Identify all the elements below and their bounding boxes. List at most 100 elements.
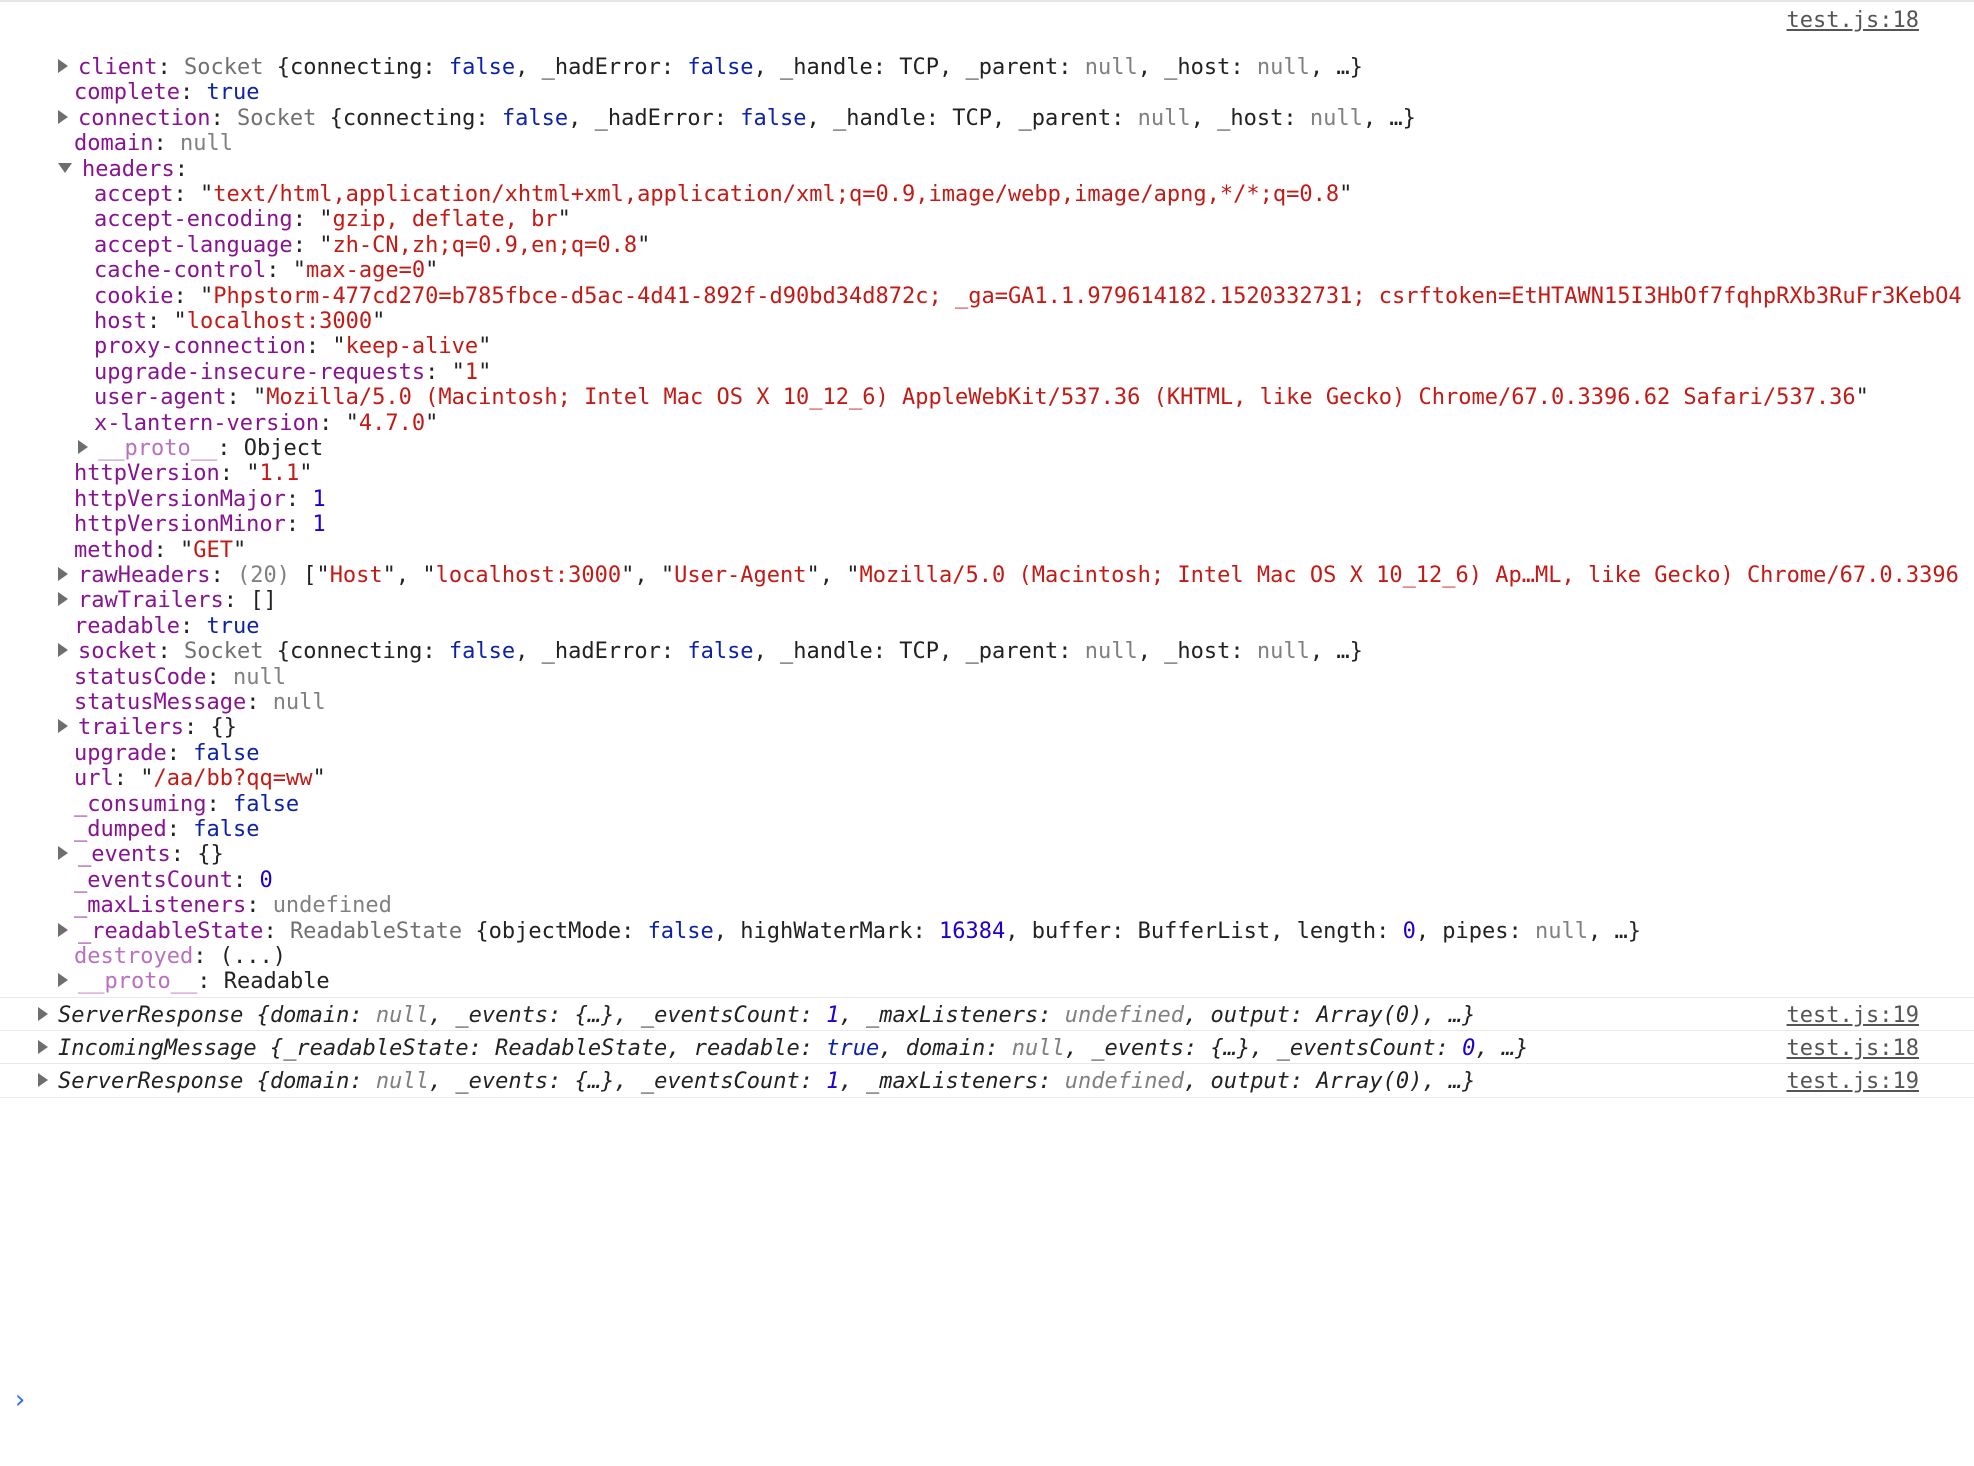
- token-n: null: [272, 690, 326, 715]
- chevron-right-icon[interactable]: [78, 440, 88, 454]
- token-p: , …}: [1309, 55, 1363, 80]
- token-p: ": [372, 309, 386, 334]
- chevron-right-icon[interactable]: [58, 922, 68, 937]
- summary-text: ServerResponse {domain: null, _events: {…: [58, 1003, 1475, 1028]
- token-p: ": [557, 207, 571, 233]
- token-k: _eventsCount: [640, 1003, 800, 1028]
- token-p: ,: [879, 1036, 906, 1061]
- property-key: _consuming: [74, 791, 207, 817]
- token-s: Phpstorm-477cd270=b785fbce-d5ac-4d41-892…: [213, 283, 1962, 309]
- token-p: ,: [839, 1003, 867, 1028]
- token-p: :: [799, 1003, 827, 1028]
- chevron-right-icon[interactable]: [58, 846, 68, 861]
- log-entry-collapsed[interactable]: ServerResponse {domain: null, _events: {…: [38, 1000, 1538, 1032]
- token-p: {connecting:: [263, 55, 449, 80]
- token-p: : Array(0), …}: [1289, 1003, 1476, 1028]
- source-link[interactable]: test.js:18: [1787, 1033, 1919, 1065]
- token-b: false: [647, 918, 714, 944]
- token-n: null: [1084, 55, 1138, 80]
- colon: :: [183, 715, 211, 741]
- colon: :: [174, 156, 202, 182]
- token-p: : Array(0), …}: [1289, 1069, 1476, 1094]
- token-p: ": [1855, 385, 1869, 411]
- chevron-right-icon[interactable]: [38, 1073, 48, 1087]
- token-b: false: [687, 55, 754, 80]
- token-n: null: [1256, 55, 1310, 80]
- token-p: {objectMode:: [462, 918, 648, 944]
- colon: :: [166, 817, 194, 842]
- colon: :: [292, 232, 320, 258]
- token-num: 1: [312, 486, 326, 512]
- token-b: false: [501, 105, 569, 131]
- colon: :: [246, 893, 273, 919]
- chevron-right-icon[interactable]: [58, 109, 68, 124]
- token-k: output: [1210, 1003, 1290, 1028]
- colon: :: [285, 486, 313, 512]
- token-num: 1: [312, 512, 326, 538]
- chevron-right-icon[interactable]: [58, 592, 68, 607]
- colon: :: [305, 334, 333, 360]
- token-b: false: [448, 639, 516, 665]
- devtools-console: test.js:18 IncomingMessage {_readableSta…: [0, 0, 1974, 1466]
- token-num: 0: [1402, 918, 1416, 944]
- token-p: ": [637, 232, 651, 258]
- token-n: (20): [236, 563, 290, 588]
- token-p: ": [425, 410, 439, 436]
- chevron-right-icon[interactable]: [58, 59, 68, 73]
- colon: :: [217, 436, 244, 461]
- property-row[interactable]: __proto__: Readable: [58, 967, 1974, 997]
- token-n: null: [375, 1069, 429, 1094]
- property-key: httpVersionMajor: [74, 486, 286, 512]
- token-p: ": [173, 309, 187, 334]
- colon: :: [193, 944, 220, 969]
- property-key: host: [94, 309, 147, 334]
- token-b: true: [826, 1036, 880, 1061]
- source-link[interactable]: test.js:18: [1787, 5, 1919, 37]
- chevron-right-icon[interactable]: [58, 719, 68, 734]
- property-key: __proto__: [78, 969, 198, 995]
- chevron-right-icon[interactable]: [38, 1007, 48, 1021]
- token-p: :: [1038, 1069, 1065, 1094]
- chevron-down-icon[interactable]: [58, 162, 72, 173]
- colon: :: [197, 969, 224, 995]
- source-link[interactable]: test.js:19: [1787, 1000, 1919, 1032]
- property-key: accept-encoding: [94, 207, 293, 233]
- token-c: Socket: [183, 55, 264, 80]
- colon: :: [113, 766, 141, 792]
- token-p: , _handle: TCP, _parent:: [753, 639, 1085, 665]
- source-link[interactable]: test.js:19: [1787, 1066, 1919, 1098]
- token-p: , _host:: [1137, 639, 1257, 665]
- token-n: null: [1137, 105, 1191, 131]
- colon: :: [179, 80, 207, 106]
- token-k: domain: [269, 1069, 350, 1094]
- chevron-right-icon[interactable]: [58, 643, 68, 658]
- token-b: true: [206, 613, 260, 639]
- token-k: readable: [693, 1036, 800, 1061]
- chevron-right-icon[interactable]: [38, 1040, 48, 1054]
- chevron-right-icon[interactable]: [58, 973, 68, 988]
- log-entry-collapsed[interactable]: IncomingMessage {_readableState: Readabl…: [38, 1033, 1538, 1065]
- log-entry-collapsed[interactable]: ServerResponse {domain: null, _events: {…: [38, 1066, 1538, 1098]
- token-k: _events: [455, 1069, 549, 1094]
- token-p: ": [252, 385, 267, 411]
- property-key: socket: [78, 639, 158, 665]
- property-key: domain: [74, 131, 154, 157]
- token-p: Readable: [223, 969, 330, 995]
- token-p: , …}: [1362, 105, 1416, 131]
- token-p: ", ": [621, 563, 675, 588]
- token-p: ": [179, 537, 194, 563]
- token-s: max-age=0: [305, 258, 426, 284]
- token-p: , _handle: TCP, _parent:: [806, 105, 1138, 131]
- token-num: 16384: [938, 918, 1006, 944]
- chevron-right-icon[interactable]: [58, 567, 68, 581]
- token-p: {connecting:: [316, 105, 502, 131]
- token-p: ": [199, 182, 214, 207]
- token-p: :: [1435, 1036, 1463, 1061]
- console-prompt-icon[interactable]: ›: [12, 1384, 28, 1416]
- summary-text: IncomingMessage {_readableState: Readabl…: [58, 1036, 1528, 1061]
- token-p: , …}: [1475, 1036, 1529, 1061]
- token-s: Host: [329, 563, 383, 588]
- property-key: method: [74, 537, 154, 563]
- token-k: _eventsCount: [640, 1069, 800, 1094]
- token-b: false: [448, 55, 516, 80]
